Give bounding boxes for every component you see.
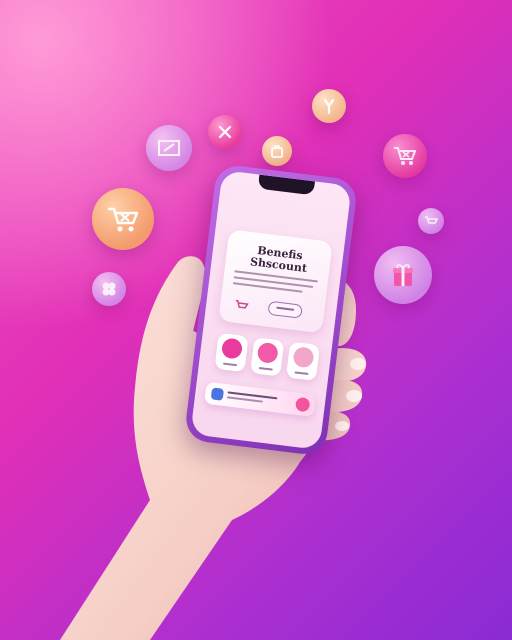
- category-tile-profile[interactable]: [285, 341, 321, 381]
- promo-scene: Benefis Shscount: [0, 0, 512, 640]
- category-tile-bag[interactable]: [214, 332, 249, 373]
- card-action-button[interactable]: [267, 300, 303, 319]
- pink-bag-icon: [220, 337, 244, 360]
- category-tile-gift[interactable]: [250, 337, 285, 377]
- banner-arrow-button[interactable]: [294, 396, 311, 413]
- tile-label: [294, 371, 309, 376]
- banner-subtext: [226, 396, 263, 403]
- app-badge-icon: [210, 387, 225, 401]
- benefits-discount-card[interactable]: Benefis Shscount: [218, 229, 333, 334]
- phone-screen: Benefis Shscount: [190, 170, 352, 450]
- profile-avatar-icon: [292, 346, 315, 369]
- phone-notch: [257, 174, 315, 196]
- tile-label: [258, 366, 273, 371]
- promo-banner[interactable]: [204, 381, 316, 417]
- gift-icon: [256, 341, 279, 365]
- tile-label: [222, 362, 238, 367]
- card-cart-icon: [235, 299, 249, 309]
